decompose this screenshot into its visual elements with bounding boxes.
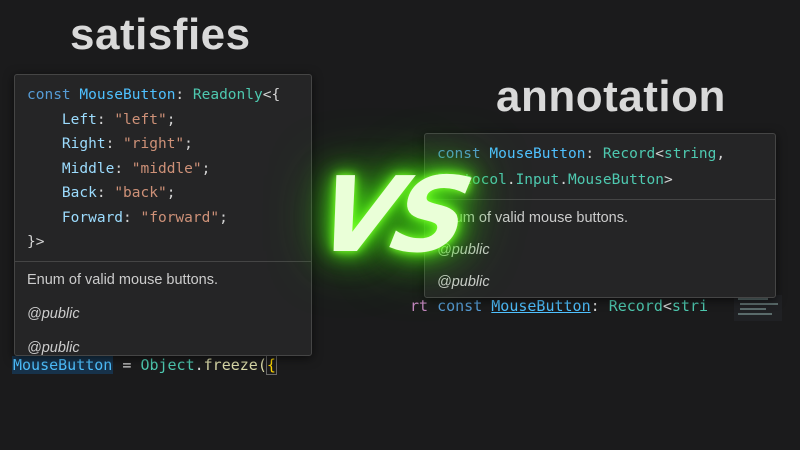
hover-description: Enum of valid mouse buttons. — [437, 210, 629, 226]
code-type-arg: string — [664, 146, 717, 162]
code-lt: < — [662, 297, 672, 315]
code-prop-value: "left" — [114, 111, 167, 128]
hover-card-satisfies: const MouseButton: Readonly<{ Left: "lef… — [14, 74, 312, 356]
hover-code-signature: const MouseButton: Readonly<{ Left: "lef… — [27, 87, 281, 250]
code-colon: : — [590, 297, 600, 315]
code-type: Record — [602, 146, 656, 162]
code-type[interactable]: Record — [609, 297, 663, 315]
hover-description: Enum of valid mouse buttons. — [27, 271, 219, 288]
code-object[interactable]: Object — [140, 356, 194, 374]
code-prop-value: "forward" — [140, 209, 220, 226]
code-brace: { — [265, 355, 277, 375]
code-prop-value: "middle" — [131, 160, 202, 177]
code-identifier: MouseButton — [79, 87, 176, 103]
code-keyword-export: rt — [410, 297, 429, 315]
code-prop-key: Back — [61, 185, 97, 201]
right-code-line: rt const MouseButton: Record<stri — [410, 297, 730, 315]
left-code-line: MouseButton = Object.freeze({ — [12, 355, 277, 375]
code-open: <{ — [262, 87, 281, 103]
code-type: Readonly — [192, 87, 263, 103]
hover-tag-public: @public — [27, 339, 80, 356]
code-close: }> — [27, 234, 45, 250]
code-type-arg[interactable]: stri — [672, 297, 708, 315]
code-colon: : — [175, 87, 185, 103]
heading-satisfies: satisfies — [70, 10, 251, 59]
minimap[interactable] — [734, 295, 782, 321]
code-type: MouseButton — [567, 172, 664, 188]
code-dot: . — [194, 356, 204, 374]
code-keyword-const: const — [437, 297, 483, 315]
hover-divider — [425, 199, 775, 200]
code-prop-value: "back" — [114, 185, 167, 201]
code-identifier: MouseButton — [489, 146, 586, 162]
hover-tag-public: @public — [27, 305, 80, 322]
code-prop-key: Left — [61, 111, 97, 128]
code-prop-key: Middle — [61, 160, 115, 177]
hover-tag-public: @public — [437, 242, 490, 258]
code-identifier[interactable]: MouseButton — [12, 356, 114, 374]
code-operator: = — [113, 356, 141, 374]
code-prop-key: Right — [61, 136, 106, 152]
code-namespace: Input — [515, 172, 560, 188]
hover-tag-public: @public — [437, 274, 490, 290]
heading-annotation: annotation — [496, 72, 726, 121]
code-identifier[interactable]: MouseButton — [491, 297, 590, 315]
code-paren: ( — [257, 356, 267, 374]
code-keyword: const — [27, 87, 71, 103]
vs-glow-text: VS — [307, 154, 477, 276]
code-prop-key: Forward — [61, 209, 124, 226]
code-function[interactable]: freeze — [204, 356, 258, 374]
code-prop-value: "right" — [123, 136, 185, 152]
hover-divider — [15, 260, 311, 262]
